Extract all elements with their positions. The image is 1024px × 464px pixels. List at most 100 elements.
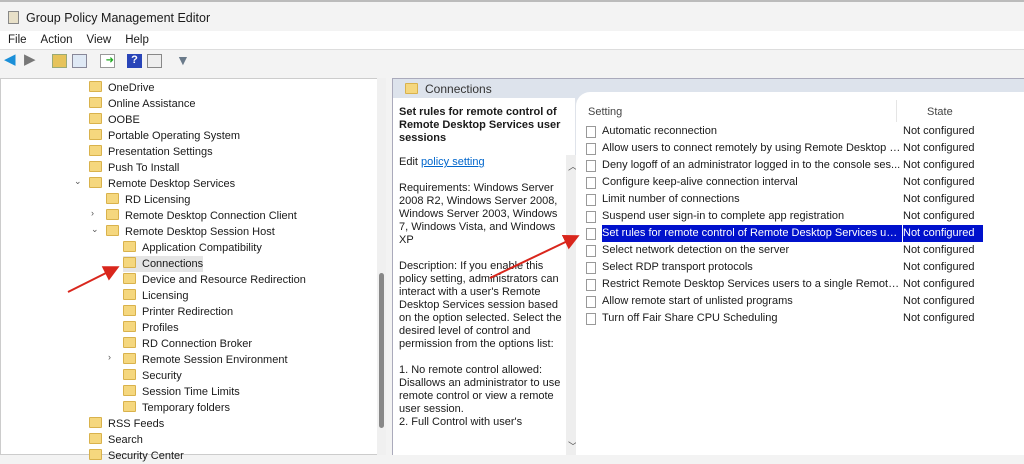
setting-row[interactable]: Restrict Remote Desktop Services users t… xyxy=(586,276,1016,293)
setting-row[interactable]: Allow users to connect remotely by using… xyxy=(586,140,1016,157)
description-pane: Set rules for remote control of Remote D… xyxy=(393,98,575,455)
setting-row[interactable]: Set rules for remote control of Remote D… xyxy=(586,225,1016,242)
tree-item[interactable]: Remote Session Environment xyxy=(123,352,288,368)
expand-chevron-icon[interactable]: › xyxy=(91,208,94,218)
tree-item[interactable]: Device and Resource Redirection xyxy=(123,272,306,288)
tree-item[interactable]: Portable Operating System xyxy=(89,128,240,144)
tree-item[interactable]: OneDrive xyxy=(89,80,154,96)
scroll-thumb[interactable] xyxy=(379,273,384,428)
setting-name: Set rules for remote control of Remote D… xyxy=(602,225,902,242)
tree-item[interactable]: Search xyxy=(89,432,143,448)
tree-item[interactable]: RD Licensing xyxy=(106,192,190,208)
tree-item-label: Remote Session Environment xyxy=(142,354,288,366)
tree-item[interactable]: Security Center xyxy=(89,448,184,464)
tree-item-label: Session Time Limits xyxy=(142,386,240,398)
tree-item[interactable]: Temporary folders xyxy=(123,400,230,416)
tree-item[interactable]: RD Connection Broker xyxy=(123,336,252,352)
folder-icon xyxy=(123,401,136,412)
tree-item[interactable]: RSS Feeds xyxy=(89,416,164,432)
tree-item-label: RD Licensing xyxy=(125,194,191,206)
folder-icon xyxy=(89,129,102,140)
folder-icon xyxy=(123,353,136,364)
show-hide-tree-icon[interactable] xyxy=(72,54,87,68)
filter-icon[interactable]: ▼ xyxy=(176,53,191,68)
up-folder-icon[interactable] xyxy=(52,54,67,68)
folder-icon xyxy=(123,337,136,348)
folder-icon xyxy=(89,145,102,156)
setting-row[interactable]: Suspend user sign-in to complete app reg… xyxy=(586,208,1016,225)
collapse-chevron-icon[interactable]: ⌄ xyxy=(74,176,82,187)
policy-icon xyxy=(586,194,596,206)
setting-row[interactable]: Configure keep-alive connection interval… xyxy=(586,174,1016,191)
setting-name: Deny logoff of an administrator logged i… xyxy=(602,159,901,171)
option-2-text: 2. Full Control with user's xyxy=(399,416,523,428)
tree-item[interactable]: Push To Install xyxy=(89,160,179,176)
tree-item[interactable]: Printer Redirection xyxy=(123,304,233,320)
setting-name: Allow users to connect remotely by using… xyxy=(602,142,902,154)
expand-chevron-icon[interactable]: › xyxy=(108,352,111,362)
setting-state: Not configured xyxy=(903,125,975,137)
menu-action[interactable]: Action xyxy=(41,31,73,50)
tree-item-label: Security xyxy=(142,370,182,382)
setting-state: Not configured xyxy=(903,225,983,242)
properties-icon[interactable] xyxy=(147,54,162,68)
menu-file[interactable]: File xyxy=(8,31,27,50)
setting-state: Not configured xyxy=(903,295,975,307)
setting-state: Not configured xyxy=(903,312,975,324)
help-icon[interactable]: ? xyxy=(127,54,142,68)
tree-item[interactable]: Online Assistance xyxy=(89,96,195,112)
tree-item-label: Application Compatibility xyxy=(142,242,262,254)
setting-state: Not configured xyxy=(903,193,975,205)
setting-row[interactable]: Deny logoff of an administrator logged i… xyxy=(586,157,1016,174)
tree-item[interactable]: Remote Desktop Connection Client xyxy=(106,208,297,224)
folder-icon xyxy=(89,97,102,108)
export-icon[interactable]: ➜ xyxy=(100,54,115,68)
menu-help[interactable]: Help xyxy=(125,31,149,50)
setting-row[interactable]: Turn off Fair Share CPU Scheduling Not co… xyxy=(586,310,1016,327)
column-state[interactable]: State xyxy=(927,106,953,118)
policy-icon xyxy=(586,143,596,155)
tree-scrollbar[interactable] xyxy=(377,78,386,455)
setting-row[interactable]: Automatic reconnection Not configured xyxy=(586,123,1016,140)
setting-state: Not configured xyxy=(903,210,975,222)
menu-view[interactable]: View xyxy=(87,31,112,50)
tree-item-label: Remote Desktop Session Host xyxy=(125,226,275,238)
tree-item[interactable]: Security xyxy=(123,368,182,384)
tree-item[interactable]: Profiles xyxy=(123,320,179,336)
edit-prefix: Edit xyxy=(399,156,422,168)
setting-state: Not configured xyxy=(903,261,975,273)
setting-name: Configure keep-alive connection interval xyxy=(602,176,798,188)
tree-item-label: Temporary folders xyxy=(142,402,231,414)
tree-item[interactable]: Application Compatibility xyxy=(123,240,262,256)
setting-name: Allow remote start of unlisted programs xyxy=(602,295,793,307)
setting-name: Automatic reconnection xyxy=(602,125,717,137)
policy-icon xyxy=(586,160,596,172)
folder-icon xyxy=(123,321,136,332)
setting-row[interactable]: Allow remote start of unlisted programs N… xyxy=(586,293,1016,310)
tree-item[interactable]: Presentation Settings xyxy=(89,144,213,160)
tree-item[interactable]: Connections xyxy=(123,256,204,272)
folder-icon xyxy=(123,289,136,300)
edit-policy-link[interactable]: policy setting xyxy=(421,156,485,168)
tree-item[interactable]: Session Time Limits xyxy=(123,384,240,400)
folder-icon xyxy=(123,257,136,268)
setting-row[interactable]: Select RDP transport protocols Not config… xyxy=(586,259,1016,276)
setting-row[interactable]: Limit number of connections Not configure… xyxy=(586,191,1016,208)
folder-icon xyxy=(123,241,136,252)
window-title: Group Policy Management Editor xyxy=(26,11,211,25)
setting-name: Suspend user sign-in to complete app reg… xyxy=(602,210,845,222)
tree-item-label: Portable Operating System xyxy=(108,130,241,142)
tree-item[interactable]: Remote Desktop Services xyxy=(89,176,235,192)
tree-item[interactable]: OOBE xyxy=(89,112,140,128)
collapse-chevron-icon[interactable]: ⌄ xyxy=(91,224,99,235)
forward-icon[interactable]: ▶ xyxy=(24,52,39,68)
back-icon[interactable]: ◀ xyxy=(4,52,19,68)
tree-item[interactable]: Licensing xyxy=(123,288,188,304)
requirements-text: Requirements: Windows Server 2008 R2, Wi… xyxy=(399,182,558,246)
policy-icon xyxy=(586,228,596,240)
tree-item-label: Remote Desktop Services xyxy=(108,178,236,190)
tree-item[interactable]: Remote Desktop Session Host xyxy=(106,224,275,240)
setting-row[interactable]: Select network detection on the server No… xyxy=(586,242,1016,259)
folder-icon xyxy=(405,83,418,94)
column-setting[interactable]: Setting xyxy=(588,106,622,118)
